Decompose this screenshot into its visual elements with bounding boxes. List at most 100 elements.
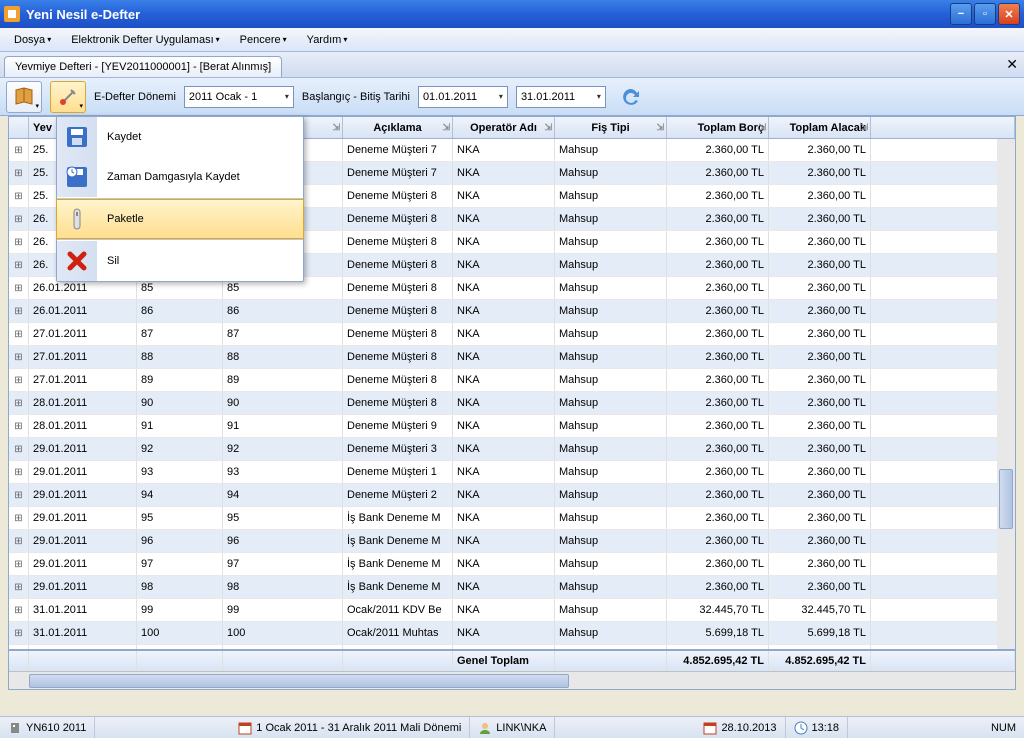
- expand-icon[interactable]: ⊞: [9, 392, 29, 414]
- table-row[interactable]: ⊞29.01.20119292Deneme Müşteri 3NKAMahsup…: [9, 438, 1015, 461]
- table-row[interactable]: ⊞27.01.20118787Deneme Müşteri 8NKAMahsup…: [9, 323, 1015, 346]
- tools-button[interactable]: ▾: [50, 81, 86, 113]
- cell-no: 90: [223, 392, 343, 414]
- table-row[interactable]: ⊞29.01.20119797İş Bank Deneme MNKAMahsup…: [9, 553, 1015, 576]
- col-expand[interactable]: [9, 117, 29, 138]
- col-fis[interactable]: Fiş Tipi⇲: [555, 117, 667, 138]
- cell-no: 89: [223, 369, 343, 391]
- dropdown-paketle[interactable]: Paketle: [56, 199, 304, 239]
- cell-aciklama: Deneme Müşteri 8: [343, 346, 453, 368]
- expand-icon[interactable]: ⊞: [9, 553, 29, 575]
- tabstrip: Yevmiye Defteri - [YEV2011000001] - [Ber…: [0, 52, 1024, 78]
- cell-operator: NKA: [453, 553, 555, 575]
- menu-pencere[interactable]: Pencere▾: [232, 32, 295, 48]
- maximize-button[interactable]: ▫: [974, 3, 996, 25]
- menu-elektronik[interactable]: Elektronik Defter Uygulaması▾: [63, 32, 227, 48]
- cell-aciklama: İş Bank Deneme M: [343, 530, 453, 552]
- cell-no: 98: [223, 576, 343, 598]
- cell-aciklama: Deneme Müşteri 8: [343, 277, 453, 299]
- cell-fis: Mahsup: [555, 415, 667, 437]
- cell-operator: NKA: [453, 323, 555, 345]
- expand-icon[interactable]: ⊞: [9, 484, 29, 506]
- expand-icon[interactable]: ⊞: [9, 346, 29, 368]
- cell-fis: Mahsup: [555, 507, 667, 529]
- dropdown-kaydet[interactable]: Kaydet: [57, 117, 303, 157]
- horizontal-scrollbar[interactable]: [9, 671, 1015, 689]
- table-row[interactable]: ⊞27.01.20118989Deneme Müşteri 8NKAMahsup…: [9, 369, 1015, 392]
- table-row[interactable]: ⊞26.01.20118686Deneme Müşteri 8NKAMahsup…: [9, 300, 1015, 323]
- expand-icon[interactable]: ⊞: [9, 185, 29, 207]
- table-row[interactable]: ⊞31.01.20119999Ocak/2011 KDV BeNKAMahsup…: [9, 599, 1015, 622]
- col-aciklama[interactable]: Açıklama⇲: [343, 117, 453, 138]
- cell-borc: 2.360,00 TL: [667, 484, 769, 506]
- cell-fis: Mahsup: [555, 369, 667, 391]
- cell-borc: 2.360,00 TL: [667, 323, 769, 345]
- cell-operator: NKA: [453, 208, 555, 230]
- expand-icon[interactable]: ⊞: [9, 277, 29, 299]
- menu-dosya[interactable]: Dosya▾: [6, 32, 59, 48]
- cell-n: 91: [137, 415, 223, 437]
- cell-aciklama: Deneme Müşteri 3: [343, 438, 453, 460]
- cell-operator: NKA: [453, 254, 555, 276]
- menu-yardim[interactable]: Yardım▾: [299, 32, 356, 48]
- donem-select[interactable]: 2011 Ocak - 1▾: [184, 86, 294, 108]
- expand-icon[interactable]: ⊞: [9, 576, 29, 598]
- table-row[interactable]: ⊞29.01.20119494Deneme Müşteri 2NKAMahsup…: [9, 484, 1015, 507]
- col-alacak[interactable]: Toplam Alacak⇲: [769, 117, 871, 138]
- table-row[interactable]: ⊞28.01.20119191Deneme Müşteri 9NKAMahsup…: [9, 415, 1015, 438]
- refresh-button[interactable]: [614, 81, 646, 113]
- cell-n: 86: [137, 300, 223, 322]
- expand-icon[interactable]: ⊞: [9, 162, 29, 184]
- table-row[interactable]: ⊞31.01.2011100100Ocak/2011 MuhtasNKAMahs…: [9, 622, 1015, 645]
- expand-icon[interactable]: ⊞: [9, 369, 29, 391]
- tab-close-button[interactable]: ✕: [1006, 56, 1018, 73]
- expand-icon[interactable]: ⊞: [9, 599, 29, 621]
- table-row[interactable]: ⊞28.01.20119090Deneme Müşteri 8NKAMahsup…: [9, 392, 1015, 415]
- cell-operator: NKA: [453, 484, 555, 506]
- dropdown-zaman[interactable]: Zaman Damgasıyla Kaydet: [57, 157, 303, 197]
- expand-icon[interactable]: ⊞: [9, 323, 29, 345]
- cell-operator: NKA: [453, 530, 555, 552]
- expand-icon[interactable]: ⊞: [9, 208, 29, 230]
- cell-operator: NKA: [453, 185, 555, 207]
- expand-icon[interactable]: ⊞: [9, 231, 29, 253]
- cell-aciklama: Deneme Müşteri 8: [343, 392, 453, 414]
- cell-fis: Mahsup: [555, 300, 667, 322]
- tab-yevmiye[interactable]: Yevmiye Defteri - [YEV2011000001] - [Ber…: [4, 56, 282, 77]
- minimize-button[interactable]: −: [950, 3, 972, 25]
- date-to[interactable]: 31.01.2011▾: [516, 86, 606, 108]
- date-from[interactable]: 01.01.2011▾: [418, 86, 508, 108]
- expand-icon[interactable]: ⊞: [9, 622, 29, 644]
- col-borc[interactable]: Toplam Borç⇲: [667, 117, 769, 138]
- expand-icon[interactable]: ⊞: [9, 461, 29, 483]
- cell-no: 88: [223, 346, 343, 368]
- table-row[interactable]: ⊞27.01.20118888Deneme Müşteri 8NKAMahsup…: [9, 346, 1015, 369]
- cell-alacak: 2.360,00 TL: [769, 576, 871, 598]
- expand-icon[interactable]: ⊞: [9, 254, 29, 276]
- clock-icon: [794, 721, 808, 735]
- footer-alacak: 4.852.695,42 TL: [769, 651, 871, 671]
- col-operator[interactable]: Operatör Adı⇲: [453, 117, 555, 138]
- expand-icon[interactable]: ⊞: [9, 139, 29, 161]
- cell-alacak: 2.360,00 TL: [769, 208, 871, 230]
- close-button[interactable]: ✕: [998, 3, 1020, 25]
- expand-icon[interactable]: ⊞: [9, 300, 29, 322]
- tools-dropdown: Kaydet Zaman Damgasıyla Kaydet Paketle S…: [56, 116, 304, 282]
- cell-operator: NKA: [453, 438, 555, 460]
- cell-operator: NKA: [453, 300, 555, 322]
- table-row[interactable]: ⊞29.01.20119595İş Bank Deneme MNKAMahsup…: [9, 507, 1015, 530]
- expand-icon[interactable]: ⊞: [9, 530, 29, 552]
- book-button[interactable]: ▾: [6, 81, 42, 113]
- vertical-scrollbar[interactable]: [997, 139, 1015, 649]
- table-row[interactable]: ⊞29.01.20119898İş Bank Deneme MNKAMahsup…: [9, 576, 1015, 599]
- status-num: NUM: [983, 717, 1024, 738]
- cell-no: 92: [223, 438, 343, 460]
- table-row[interactable]: ⊞29.01.20119393Deneme Müşteri 1NKAMahsup…: [9, 461, 1015, 484]
- expand-icon[interactable]: ⊞: [9, 415, 29, 437]
- cell-date: 28.01.2011: [29, 392, 137, 414]
- table-row[interactable]: ⊞29.01.20119696İş Bank Deneme MNKAMahsup…: [9, 530, 1015, 553]
- expand-icon[interactable]: ⊞: [9, 438, 29, 460]
- expand-icon[interactable]: ⊞: [9, 507, 29, 529]
- cell-alacak: 2.360,00 TL: [769, 139, 871, 161]
- dropdown-sil[interactable]: Sil: [57, 241, 303, 281]
